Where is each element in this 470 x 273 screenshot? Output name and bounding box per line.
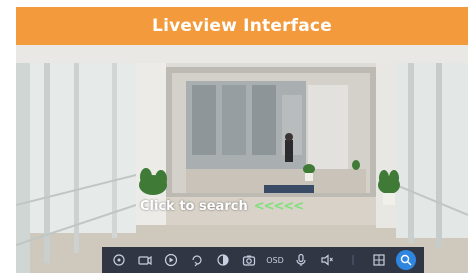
target-icon[interactable] bbox=[110, 251, 128, 269]
page-title: Liveview Interface bbox=[152, 16, 332, 36]
snapshot-icon[interactable] bbox=[240, 251, 258, 269]
speaker-icon[interactable] bbox=[318, 251, 336, 269]
image-adjust-icon[interactable] bbox=[214, 251, 232, 269]
toolbar-divider bbox=[344, 251, 362, 269]
live-video-view[interactable]: Click to search <<<<< OSD bbox=[16, 45, 468, 273]
osd-icon[interactable]: OSD bbox=[266, 251, 284, 269]
search-icon[interactable] bbox=[396, 250, 416, 270]
liveview-frame: Liveview Interface Click to search <<<<<… bbox=[0, 0, 470, 273]
camera-scene bbox=[16, 45, 468, 273]
search-hint[interactable]: Click to search <<<<< bbox=[140, 199, 304, 214]
search-hint-text: Click to search bbox=[140, 199, 248, 214]
search-hint-arrows: <<<<< bbox=[253, 199, 304, 214]
playback-icon[interactable] bbox=[162, 251, 180, 269]
osd-label: OSD bbox=[266, 255, 284, 265]
liveview-toolbar: OSD bbox=[102, 247, 424, 273]
layout-grid-icon[interactable] bbox=[370, 251, 388, 269]
ptz-icon[interactable] bbox=[188, 251, 206, 269]
microphone-icon[interactable] bbox=[292, 251, 310, 269]
title-bar: Liveview Interface bbox=[16, 7, 468, 45]
camera-switch-icon[interactable] bbox=[136, 251, 154, 269]
